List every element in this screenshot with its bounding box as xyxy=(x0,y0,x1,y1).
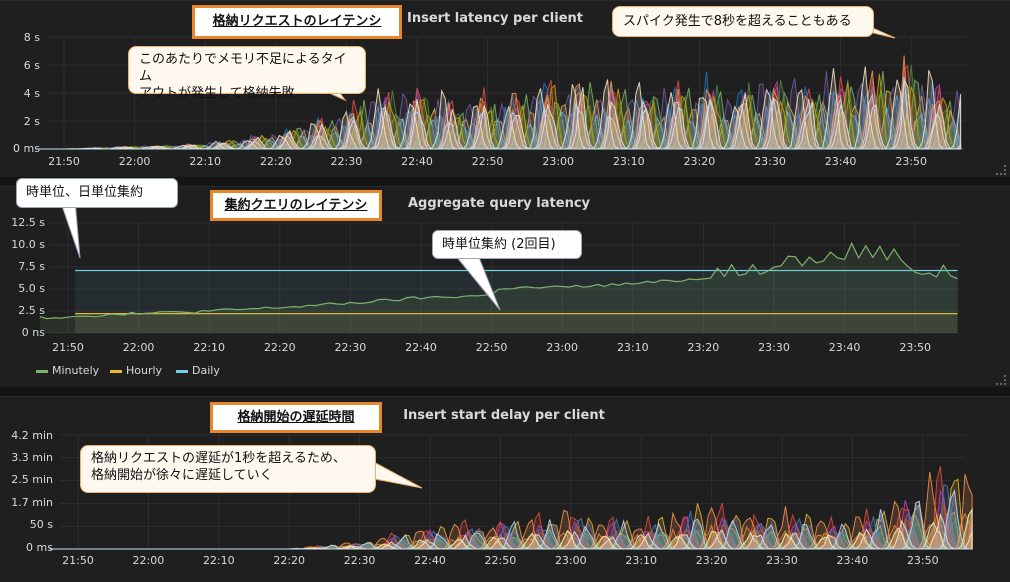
callout-memory-line1: このあたりでメモリ不足によるタイム xyxy=(139,52,347,84)
callout-memory-line2: アウトが発生して格納失敗 xyxy=(139,86,295,101)
callout-hourly-2nd: 時単位集約 (2回目) xyxy=(432,230,582,259)
callout-spike: スパイク発生で8秒を超えることもある xyxy=(612,6,874,37)
callout-delay: 格納リクエストの遅延が1秒を超えるため、 格納開始が徐々に遅延していく xyxy=(80,445,376,493)
callout-memory: このあたりでメモリ不足によるタイム アウトが発生して格納失敗 xyxy=(128,46,366,101)
callout-delay-line1: 格納リクエストの遅延が1秒を超えるため、 xyxy=(91,451,346,466)
callout-delay-line2: 格納開始が徐々に遅延していく xyxy=(91,468,273,483)
callout-rollup: 時単位、日単位集約 xyxy=(16,178,178,208)
